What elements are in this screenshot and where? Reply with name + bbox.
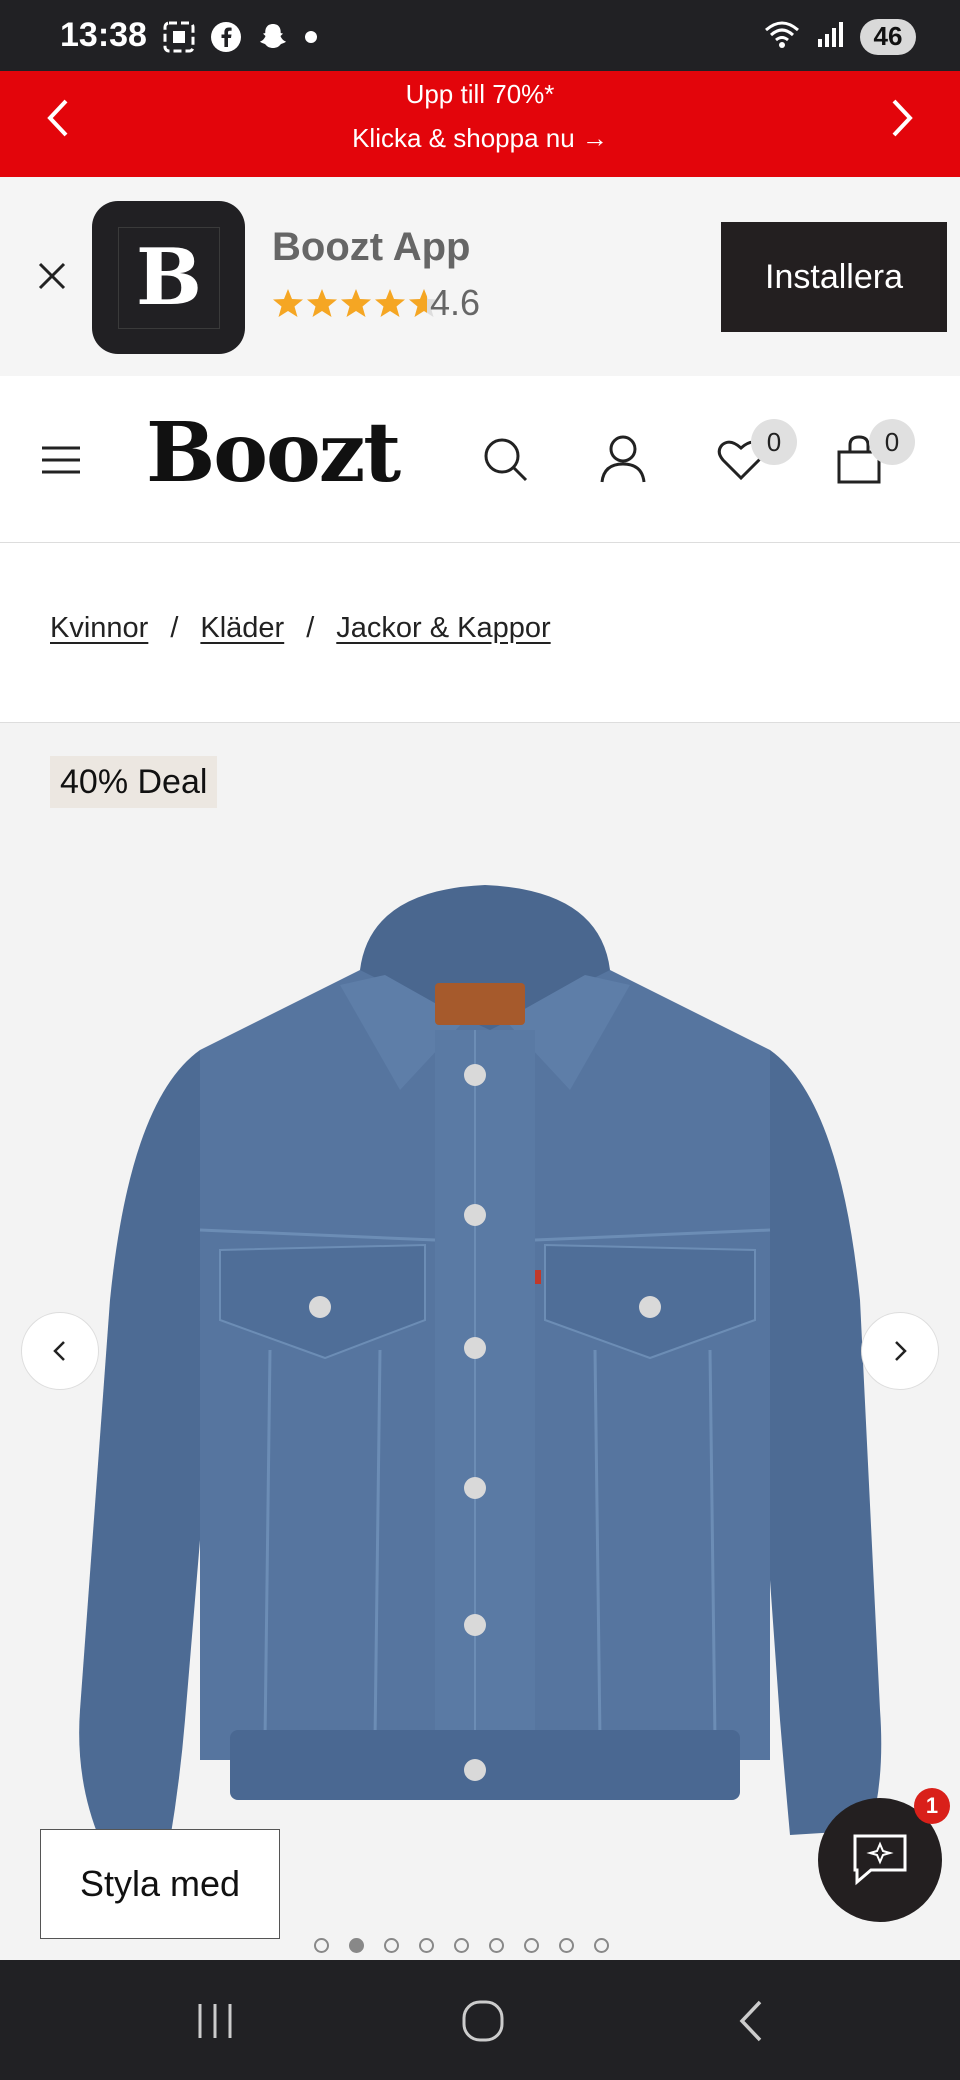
facebook-icon (210, 21, 242, 58)
promo-title[interactable]: Upp till 70%* (0, 79, 960, 110)
breadcrumb-separator: / (170, 612, 179, 644)
wifi-icon (762, 18, 802, 55)
status-bar: 13:38 46 (0, 0, 960, 71)
carousel-dot[interactable] (489, 1938, 504, 1953)
app-name: Boozt App (272, 225, 471, 269)
breadcrumb-item-kvinnor[interactable]: Kvinnor (50, 612, 148, 645)
status-system-icons: 46 (762, 18, 916, 55)
chevron-right-icon[interactable] (882, 93, 922, 143)
app-logo: B (92, 201, 245, 354)
carousel-dot[interactable] (524, 1938, 539, 1953)
breadcrumb-item-jackor[interactable]: Jackor & Kappor (336, 612, 550, 645)
style-with-button[interactable]: Styla med (40, 1829, 280, 1939)
carousel-dot[interactable] (349, 1938, 364, 1953)
status-notification-icons (162, 20, 318, 59)
breadcrumb: Kvinnor / Kläder / Jackor & Kappor (50, 612, 551, 645)
snapchat-icon (256, 20, 290, 59)
battery-indicator: 46 (860, 18, 916, 55)
carousel-dot[interactable] (594, 1938, 609, 1953)
carousel-dot[interactable] (419, 1938, 434, 1953)
carousel-next-button[interactable] (861, 1312, 939, 1390)
carousel-pagination (314, 1938, 609, 1953)
account-icon[interactable] (598, 432, 648, 486)
hamburger-menu-icon[interactable] (40, 442, 82, 478)
recent-apps-icon[interactable] (190, 1998, 240, 2044)
app-logo-letter: B (118, 227, 220, 329)
home-icon[interactable] (458, 1998, 508, 2044)
wishlist-count-badge: 0 (751, 419, 797, 465)
status-time: 13:38 (60, 16, 147, 54)
chat-sparkle-icon (853, 1834, 907, 1886)
install-button[interactable]: Installera (721, 222, 947, 332)
promo-banner[interactable]: Upp till 70%* Klicka & shoppa nu → (0, 71, 960, 177)
chevron-left-icon (53, 1341, 65, 1361)
carousel-dot[interactable] (454, 1938, 469, 1953)
carousel-dot[interactable] (314, 1938, 329, 1953)
promo-cta[interactable]: Klicka & shoppa nu → (0, 123, 960, 154)
signal-icon (816, 19, 846, 54)
breadcrumb-item-klader[interactable]: Kläder (200, 612, 284, 645)
screen-record-icon (162, 20, 196, 59)
carousel-dot[interactable] (559, 1938, 574, 1953)
cart-count-badge: 0 (869, 419, 915, 465)
app-rating: 4.6 (430, 282, 481, 323)
breadcrumb-separator: / (306, 612, 315, 644)
chevron-right-icon (895, 1341, 907, 1361)
close-icon[interactable] (34, 258, 70, 294)
carousel-dot[interactable] (384, 1938, 399, 1953)
chat-unread-badge: 1 (914, 1788, 950, 1824)
deal-badge: 40% Deal (50, 756, 218, 808)
product-image-denim-jacket[interactable] (70, 880, 900, 1960)
search-icon[interactable] (480, 432, 530, 486)
boozt-logo[interactable]: Boozt (146, 405, 401, 501)
back-icon[interactable] (728, 1998, 778, 2044)
dot-icon (304, 30, 318, 49)
carousel-prev-button[interactable] (21, 1312, 99, 1390)
